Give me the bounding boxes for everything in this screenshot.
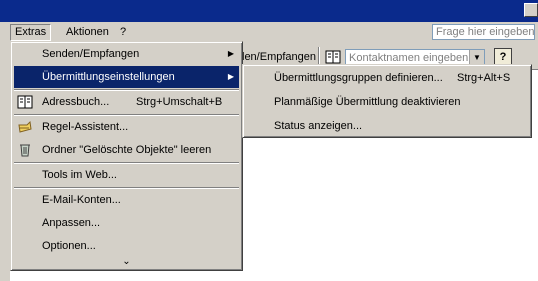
- menu-item-adressbuch[interactable]: Adressbuch... Strg+Umschalt+B: [14, 91, 239, 113]
- chevron-down-icon[interactable]: ▼: [469, 50, 484, 65]
- left-strip: [0, 69, 10, 281]
- menu-item-label: Optionen...: [42, 240, 96, 252]
- address-book-icon: [17, 95, 33, 109]
- menu-item-label: Anpassen...: [42, 217, 101, 229]
- submenu-arrow-icon: ▶: [227, 49, 234, 58]
- menu-item-anpassen[interactable]: Anpassen...: [14, 212, 239, 234]
- empty-trash-icon: [20, 144, 30, 157]
- submenu-item-define-groups[interactable]: Übermittlungsgruppen definieren... Strg+…: [246, 66, 528, 90]
- menu-help[interactable]: ?: [116, 25, 130, 40]
- menu-item-label: E-Mail-Konten...: [42, 194, 121, 206]
- send-receive-button[interactable]: len/Empfangen: [242, 51, 316, 64]
- help-search-input[interactable]: Frage hier eingeben: [432, 24, 535, 40]
- submenu-arrow-icon: ▶: [227, 72, 234, 81]
- menu-item-label: Regel-Assistent...: [42, 121, 129, 133]
- submenu-item-label: Übermittlungsgruppen definieren...: [274, 72, 443, 84]
- menu-item-email-konten[interactable]: E-Mail-Konten...: [14, 189, 239, 211]
- submenu-item-label: Planmäßige Übermittlung deaktivieren: [274, 96, 461, 108]
- toolbar-separator: [318, 47, 320, 65]
- menu-item-label: Übermittlungseinstellungen: [42, 71, 175, 83]
- menu-item-label: Adressbuch...: [42, 96, 110, 108]
- title-bar: [0, 0, 538, 22]
- menu-item-label: Ordner "Gelöschte Objekte" leeren: [42, 144, 212, 156]
- menu-extras[interactable]: Extras: [10, 24, 52, 41]
- extras-menu: Senden/Empfangen ▶ Übermittlungseinstell…: [10, 41, 243, 271]
- rules-wizard-icon: [18, 120, 32, 133]
- address-book-icon[interactable]: [325, 50, 341, 64]
- menu-item-label: Tools im Web...: [42, 169, 117, 181]
- submenu-item-label: Status anzeigen...: [274, 120, 363, 132]
- contact-search-placeholder: Kontaktnamen eingeben: [349, 52, 469, 64]
- menu-item-uebermittlungseinstellungen[interactable]: Übermittlungseinstellungen ▶: [14, 66, 239, 88]
- window-control-button[interactable]: [524, 3, 538, 17]
- menu-item-tools-im-web[interactable]: Tools im Web...: [14, 164, 239, 186]
- submenu-item-disable-scheduled[interactable]: Planmäßige Übermittlung deaktivieren: [246, 90, 528, 114]
- expand-menu-chevron-icon[interactable]: ⌄: [11, 256, 242, 268]
- submenu-item-show-status[interactable]: Status anzeigen...: [246, 114, 528, 138]
- menu-item-empty-deleted[interactable]: Ordner "Gelöschte Objekte" leeren: [14, 139, 239, 161]
- sync-settings-submenu: Übermittlungsgruppen definieren... Strg+…: [242, 64, 532, 138]
- menu-item-regel-assistent[interactable]: Regel-Assistent...: [14, 116, 239, 138]
- menu-item-senden-empfangen[interactable]: Senden/Empfangen ▶: [14, 43, 239, 65]
- menu-item-optionen[interactable]: Optionen...: [14, 235, 239, 257]
- menu-aktionen[interactable]: Aktionen: [62, 25, 113, 40]
- submenu-item-shortcut: Strg+Alt+S: [457, 72, 511, 84]
- menu-item-shortcut: Strg+Umschalt+B: [136, 96, 223, 108]
- menu-item-label: Senden/Empfangen: [42, 48, 140, 60]
